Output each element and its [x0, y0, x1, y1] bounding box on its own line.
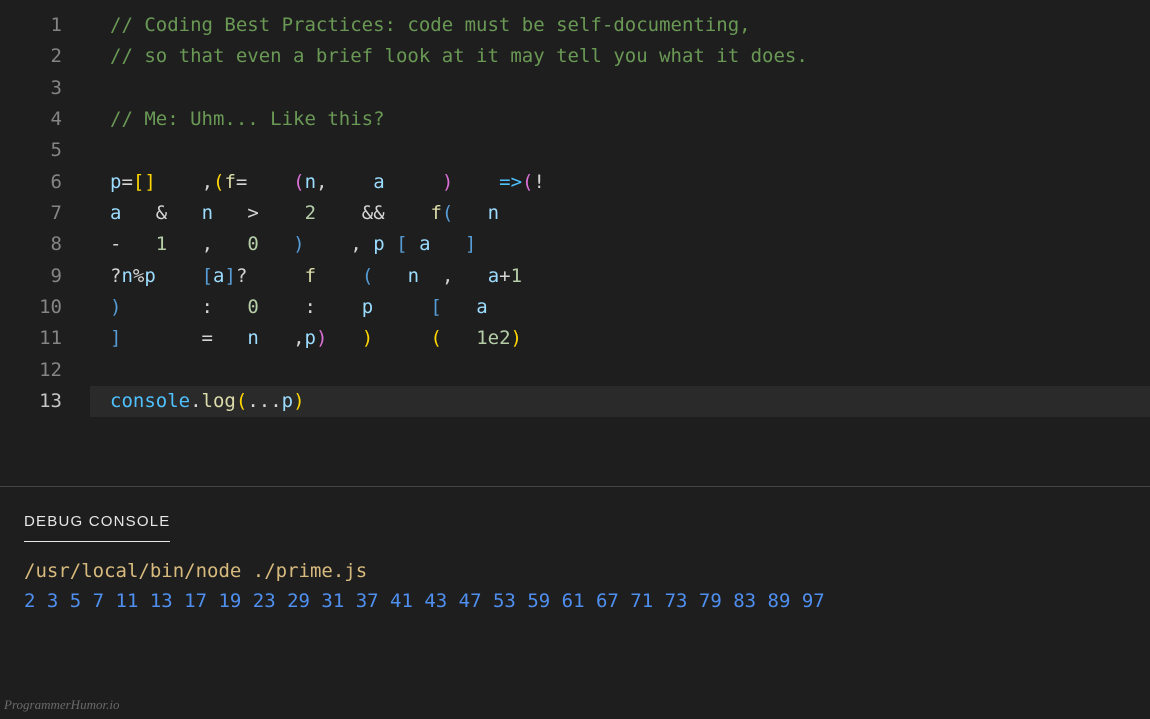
- line-number: 11: [0, 323, 90, 354]
- tab-debug-console[interactable]: DEBUG CONSOLE: [24, 510, 170, 542]
- line-number: 2: [0, 41, 90, 72]
- code-line[interactable]: 4// Me: Uhm... Like this?: [0, 104, 1150, 135]
- line-number: 12: [0, 355, 90, 386]
- code-line[interactable]: 8- 1 , 0 ) , p [ a ]: [0, 229, 1150, 260]
- line-number: 8: [0, 229, 90, 260]
- line-number: 7: [0, 198, 90, 229]
- code-line[interactable]: 7a & n > 2 && f( n: [0, 198, 1150, 229]
- line-number: 6: [0, 167, 90, 198]
- line-number: 10: [0, 292, 90, 323]
- code-line[interactable]: 10) : 0 : p [ a: [0, 292, 1150, 323]
- code-line[interactable]: 13console.log(...p): [0, 386, 1150, 417]
- code-content[interactable]: // Me: Uhm... Like this?: [90, 104, 1150, 135]
- console-output: 2 3 5 7 11 13 17 19 23 29 31 37 41 43 47…: [24, 586, 1126, 616]
- line-number: 4: [0, 104, 90, 135]
- line-number: 1: [0, 10, 90, 41]
- code-line[interactable]: 6p=[] ,(f= (n, a ) =>(!: [0, 167, 1150, 198]
- code-content[interactable]: // Coding Best Practices: code must be s…: [90, 10, 1150, 41]
- code-line[interactable]: 3: [0, 73, 1150, 104]
- line-number: 5: [0, 135, 90, 166]
- debug-console-panel[interactable]: DEBUG CONSOLE /usr/local/bin/node ./prim…: [0, 487, 1150, 617]
- code-line[interactable]: 11] = n ,p) ) ( 1e2): [0, 323, 1150, 354]
- code-line[interactable]: 5: [0, 135, 1150, 166]
- code-content[interactable]: ?n%p [a]? f ( n , a+1: [90, 261, 1150, 292]
- code-content[interactable]: [90, 73, 1150, 104]
- code-line[interactable]: 1// Coding Best Practices: code must be …: [0, 10, 1150, 41]
- code-content[interactable]: a & n > 2 && f( n: [90, 198, 1150, 229]
- code-editor[interactable]: 1// Coding Best Practices: code must be …: [0, 0, 1150, 480]
- watermark: ProgrammerHumor.io: [4, 694, 119, 715]
- code-content[interactable]: [90, 135, 1150, 166]
- code-line[interactable]: 2// so that even a brief look at it may …: [0, 41, 1150, 72]
- code-content[interactable]: ) : 0 : p [ a: [90, 292, 1150, 323]
- console-command: /usr/local/bin/node ./prime.js: [24, 556, 1126, 586]
- code-content[interactable]: // so that even a brief look at it may t…: [90, 41, 1150, 72]
- line-number: 3: [0, 73, 90, 104]
- code-line[interactable]: 9?n%p [a]? f ( n , a+1: [0, 261, 1150, 292]
- code-line[interactable]: 12: [0, 355, 1150, 386]
- code-content[interactable]: [90, 355, 1150, 386]
- line-number: 13: [0, 386, 90, 417]
- code-content[interactable]: p=[] ,(f= (n, a ) =>(!: [90, 167, 1150, 198]
- code-content[interactable]: console.log(...p): [90, 386, 1150, 417]
- code-content[interactable]: - 1 , 0 ) , p [ a ]: [90, 229, 1150, 260]
- line-number: 9: [0, 261, 90, 292]
- code-content[interactable]: ] = n ,p) ) ( 1e2): [90, 323, 1150, 354]
